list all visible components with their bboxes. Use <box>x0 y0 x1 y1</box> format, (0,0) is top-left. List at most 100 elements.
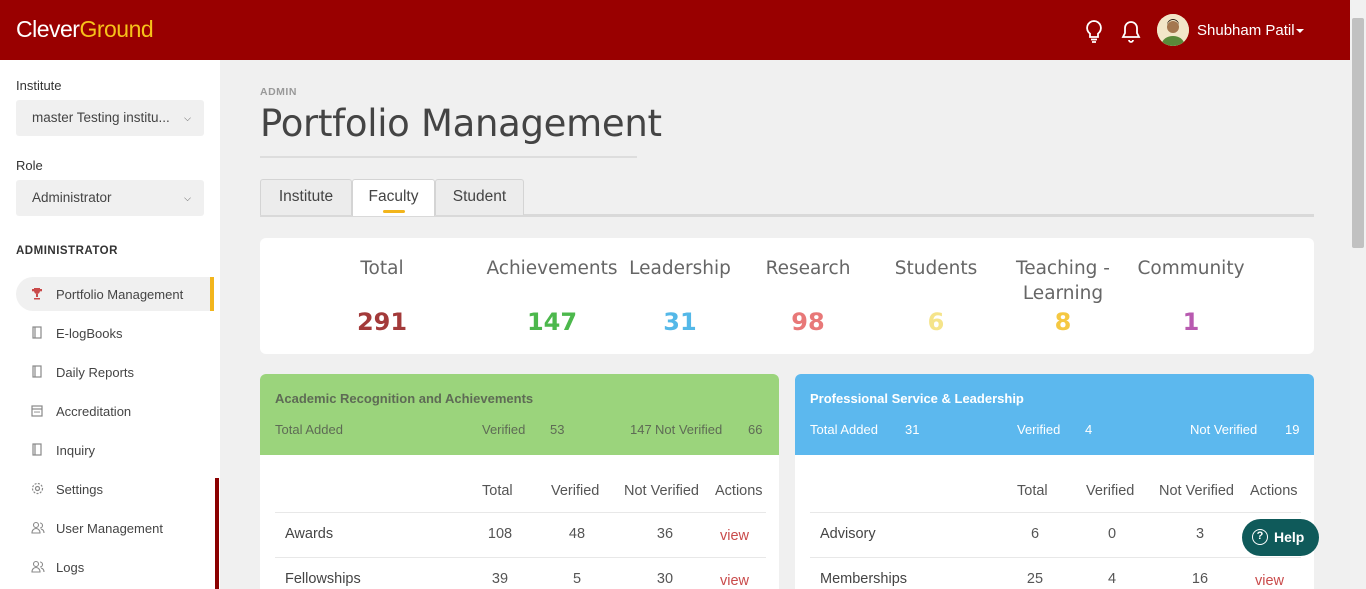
verified-label: Verified <box>482 422 526 437</box>
not-verified-value: 19 <box>1285 422 1300 437</box>
tab-label: Student <box>452 188 507 205</box>
page-title: Portfolio Management <box>260 102 662 145</box>
gear-icon <box>31 482 44 495</box>
calendar-icon <box>31 404 43 417</box>
stat-value: 1 <box>1182 308 1200 336</box>
view-link[interactable]: view <box>1255 573 1284 589</box>
stat-value: 6 <box>927 308 945 336</box>
row-name: Fellowships <box>285 571 361 587</box>
help-button[interactable]: ? Help <box>1242 519 1319 556</box>
row-divider <box>275 557 766 558</box>
role-select[interactable]: Administrator ⌵ <box>16 180 204 216</box>
tab-label: Institute <box>278 188 334 205</box>
row-verified: 4 <box>1107 571 1117 587</box>
top-navbar: CleverGround Shubham Patil <box>0 0 1350 60</box>
institute-label: Institute <box>16 78 62 93</box>
column-header: Verified <box>551 483 600 499</box>
lightbulb-icon[interactable] <box>1084 19 1106 43</box>
card-header: Academic Recognition and Achievements To… <box>260 374 779 455</box>
chevron-down-icon: ⌵ <box>184 193 191 203</box>
stat-value: 8 <box>1054 308 1072 336</box>
view-link[interactable]: view <box>720 528 749 544</box>
users-icon <box>31 521 45 534</box>
column-header: Verified <box>1086 483 1135 499</box>
stat-label: Research <box>765 258 851 279</box>
sidebar-item-portfolio-management[interactable]: Portfolio Management <box>16 277 214 311</box>
row-verified: 48 <box>568 526 586 542</box>
row-name: Awards <box>285 526 334 542</box>
row-total: 6 <box>1030 526 1040 542</box>
category-card-professional: Professional Service & Leadership Total … <box>795 374 1314 589</box>
stat-label: Students <box>894 258 978 279</box>
sidebar-item-label: Daily Reports <box>56 365 135 380</box>
logo-text-clever: Clever <box>16 16 80 42</box>
row-not-verified: 3 <box>1195 526 1205 542</box>
stat-label: Leadership <box>629 258 731 279</box>
stat-value: 98 <box>791 308 825 336</box>
question-icon: ? <box>1252 529 1268 545</box>
book-icon <box>31 443 43 456</box>
column-header: Actions <box>1250 483 1298 499</box>
users-icon <box>31 560 45 573</box>
sidebar-item-user-management[interactable]: User Management <box>16 511 214 545</box>
card-header: Professional Service & Leadership Total … <box>795 374 1314 455</box>
bell-icon[interactable] <box>1120 19 1142 43</box>
sidebar-item-logs[interactable]: Logs <box>16 550 214 584</box>
active-tab-indicator <box>382 210 405 213</box>
stats-summary-card: Total 291 Achievements 147 Leadership 31… <box>260 238 1314 354</box>
row-name: Advisory <box>820 526 876 542</box>
logo-text-ground: Ground <box>79 16 154 42</box>
sidebar-item-label: User Management <box>56 521 163 536</box>
trophy-icon <box>31 287 43 300</box>
row-not-verified: 30 <box>656 571 674 587</box>
column-header: Not Verified <box>1159 483 1234 499</box>
sidebar-item-settings[interactable]: Settings <box>16 472 214 506</box>
stat-label: Community <box>1137 258 1245 279</box>
verified-value: 53 <box>550 422 565 437</box>
sidebar-item-inquiry[interactable]: Inquiry <box>16 433 214 467</box>
row-total: 39 <box>491 571 509 587</box>
user-name[interactable]: Shubham Patil <box>1197 22 1295 39</box>
category-card-academic: Academic Recognition and Achievements To… <box>260 374 779 589</box>
row-not-verified: 16 <box>1191 571 1209 587</box>
row-verified: 0 <box>1107 526 1117 542</box>
tab-faculty[interactable]: Faculty <box>352 179 435 216</box>
not-verified-label: Not Verified <box>1190 422 1258 437</box>
app-logo[interactable]: CleverGround <box>16 16 154 43</box>
title-divider <box>260 156 637 158</box>
stat-label: Total <box>360 258 404 279</box>
help-label: Help <box>1274 529 1305 545</box>
view-link[interactable]: view <box>720 573 749 589</box>
role-label: Role <box>16 158 43 173</box>
sidebar-item-label: Settings <box>56 482 103 497</box>
institute-select[interactable]: master Testing institu... ⌵ <box>16 100 204 136</box>
sidebar-item-label: Logs <box>56 560 85 575</box>
avatar[interactable] <box>1157 14 1189 46</box>
tab-student[interactable]: Student <box>435 179 524 215</box>
column-header: Total <box>1017 483 1048 499</box>
sidebar-scroll-indicator <box>215 478 219 589</box>
chevron-down-icon: ⌵ <box>184 113 191 123</box>
tab-label: Faculty <box>368 188 419 205</box>
page-scrollbar[interactable] <box>1350 0 1366 589</box>
scrollbar-thumb[interactable] <box>1352 18 1364 248</box>
verified-value: 4 <box>1085 422 1093 437</box>
sidebar-item-accreditation[interactable]: Accreditation <box>16 394 214 428</box>
stat-value: 31 <box>663 308 697 336</box>
column-header: Not Verified <box>624 483 699 499</box>
sidebar-section-heading: ADMINISTRATOR <box>16 245 118 257</box>
not-verified-value: 66 <box>748 422 763 437</box>
total-added-label: Total Added <box>275 422 343 437</box>
stat-value: 291 <box>356 308 408 336</box>
sidebar-item-label: Accreditation <box>56 404 132 419</box>
sidebar-item-daily-reports[interactable]: Daily Reports <box>16 355 214 389</box>
tab-institute[interactable]: Institute <box>260 179 352 215</box>
row-not-verified: 36 <box>656 526 674 542</box>
row-divider <box>810 512 1301 513</box>
total-added-label: Total Added <box>810 422 878 437</box>
sidebar-item-e-logbooks[interactable]: E-logBooks <box>16 316 214 350</box>
row-divider <box>810 557 1301 558</box>
sidebar-item-label: Inquiry <box>56 443 96 458</box>
book-icon <box>31 365 43 378</box>
chevron-down-icon[interactable] <box>1296 29 1304 33</box>
